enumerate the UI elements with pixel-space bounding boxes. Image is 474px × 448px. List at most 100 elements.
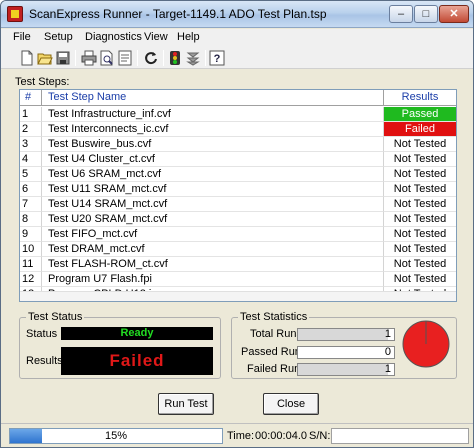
time-label: Time: [227,430,255,442]
status-label: Status [26,328,58,340]
window-title: ScanExpress Runner - Target-1149.1 ADO T… [29,7,327,21]
step-name: Test Interconnects_ic.cvf [42,122,384,137]
step-result: Not Tested [384,272,456,287]
step-name: Test U20 SRAM_mct.cvf [42,212,384,227]
table-row[interactable]: 4 Test U4 Cluster_ct.cvf Not Tested [20,152,456,167]
print-preview-icon[interactable] [99,50,115,66]
table-row[interactable]: 10 Test DRAM_mct.cvf Not Tested [20,242,456,257]
horizontal-scrollbar[interactable] [20,291,456,301]
maximize-button[interactable]: □ [414,5,438,23]
total-runs-label: Total Runs [250,328,302,340]
table-row[interactable]: 9 Test FIFO_mct.cvf Not Tested [20,227,456,242]
test-steps-grid[interactable]: # Test Step Name Results 1 Test Infrastru… [19,89,457,302]
step-name: Test FIFO_mct.cvf [42,227,384,242]
step-result: Not Tested [384,152,456,167]
table-row[interactable]: 3 Test Buswire_bus.cvf Not Tested [20,137,456,152]
sn-label: S/N: [309,430,331,442]
column-header-num[interactable]: # [20,90,42,106]
help-icon[interactable]: ? [209,50,225,66]
table-row[interactable]: 8 Test U20 SRAM_mct.cvf Not Tested [20,212,456,227]
refresh-icon[interactable] [143,50,159,66]
step-result: Not Tested [384,257,456,272]
row-number: 7 [20,197,42,212]
table-row[interactable]: 7 Test U14 SRAM_mct.cvf Not Tested [20,197,456,212]
step-result: Not Tested [384,242,456,257]
toolbar-separator [137,50,138,66]
step-result: Not Tested [384,167,456,182]
row-number: 8 [20,212,42,227]
step-name: Test DRAM_mct.cvf [42,242,384,257]
step-result: Not Tested [384,227,456,242]
stop-icon[interactable] [185,50,201,66]
progress-bar: 15% [9,428,223,444]
total-runs-field: 1 [297,328,395,341]
test-statistics-legend: Test Statistics [240,311,308,323]
test-status-legend: Test Status [28,311,83,323]
close-window-button[interactable]: ✕ [439,5,469,23]
menu-file[interactable]: File [13,31,31,43]
step-name: Test U6 SRAM_mct.cvf [42,167,384,182]
run-icon[interactable] [167,50,183,66]
close-button[interactable]: Close [263,393,319,415]
row-number: 11 [20,257,42,272]
new-icon[interactable] [19,50,35,66]
step-result: Not Tested [384,137,456,152]
step-name: Test Infrastructure_inf.cvf [42,107,384,122]
results-pie-chart [402,320,450,368]
row-number: 12 [20,272,42,287]
step-result: Not Tested [384,212,456,227]
open-icon[interactable] [37,50,53,66]
row-number: 10 [20,242,42,257]
status-bar: 15% Time: 00:00:04.0 S/N: [1,423,473,447]
row-number: 3 [20,137,42,152]
run-test-button[interactable]: Run Test [158,393,214,415]
table-row[interactable]: 5 Test U6 SRAM_mct.cvf Not Tested [20,167,456,182]
print-icon[interactable] [81,50,97,66]
progress-text: 15% [104,430,128,442]
grid-header: # Test Step Name Results [20,90,456,106]
row-number: 9 [20,227,42,242]
svg-text:?: ? [214,53,221,65]
step-result: Not Tested [384,182,456,197]
step-result: Not Tested [384,197,456,212]
report-icon[interactable] [117,50,133,66]
status-display: Ready [61,327,213,340]
column-header-name[interactable]: Test Step Name [42,90,384,106]
table-row[interactable]: 11 Test FLASH-ROM_ct.cvf Not Tested [20,257,456,272]
step-result: Failed [384,122,456,137]
table-row[interactable]: 12 Program U7 Flash.fpi Not Tested [20,272,456,287]
serial-number-field[interactable] [331,428,469,444]
app-window: ScanExpress Runner - Target-1149.1 ADO T… [0,0,474,448]
toolbar-separator [163,50,164,66]
results-label: Results [26,355,63,367]
step-result: Passed [384,107,456,122]
total-runs-bar [298,329,388,340]
row-number: 5 [20,167,42,182]
save-icon[interactable] [55,50,71,66]
test-steps-label: Test Steps: [15,76,70,88]
menu-help[interactable]: Help [177,31,200,43]
column-header-results[interactable]: Results [384,90,456,106]
table-row[interactable]: 1 Test Infrastructure_inf.cvf Passed [20,107,456,122]
app-icon [7,6,23,22]
row-number: 2 [20,122,42,137]
row-number: 4 [20,152,42,167]
row-number: 6 [20,182,42,197]
passed-runs-value: 0 [384,346,391,358]
menu-diagnostics[interactable]: Diagnostics [85,31,142,43]
failed-runs-field: 1 [297,363,395,376]
row-number: 1 [20,107,42,122]
failed-runs-value: 1 [384,363,391,375]
table-row[interactable]: 6 Test U11 SRAM_mct.cvf Not Tested [20,182,456,197]
table-row[interactable]: 2 Test Interconnects_ic.cvf Failed [20,122,456,137]
time-value: 00:00:04.0 [255,430,307,442]
menu-bar: File Setup Diagnostics View Help [1,29,473,47]
step-name: Test U14 SRAM_mct.cvf [42,197,384,212]
menu-view[interactable]: View [144,31,168,43]
passed-runs-field: 0 [297,346,395,359]
toolbar-separator [75,50,76,66]
title-bar[interactable]: ScanExpress Runner - Target-1149.1 ADO T… [1,1,473,28]
menu-setup[interactable]: Setup [44,31,73,43]
minimize-button[interactable]: – [389,5,413,23]
toolbar-separator [205,50,206,66]
